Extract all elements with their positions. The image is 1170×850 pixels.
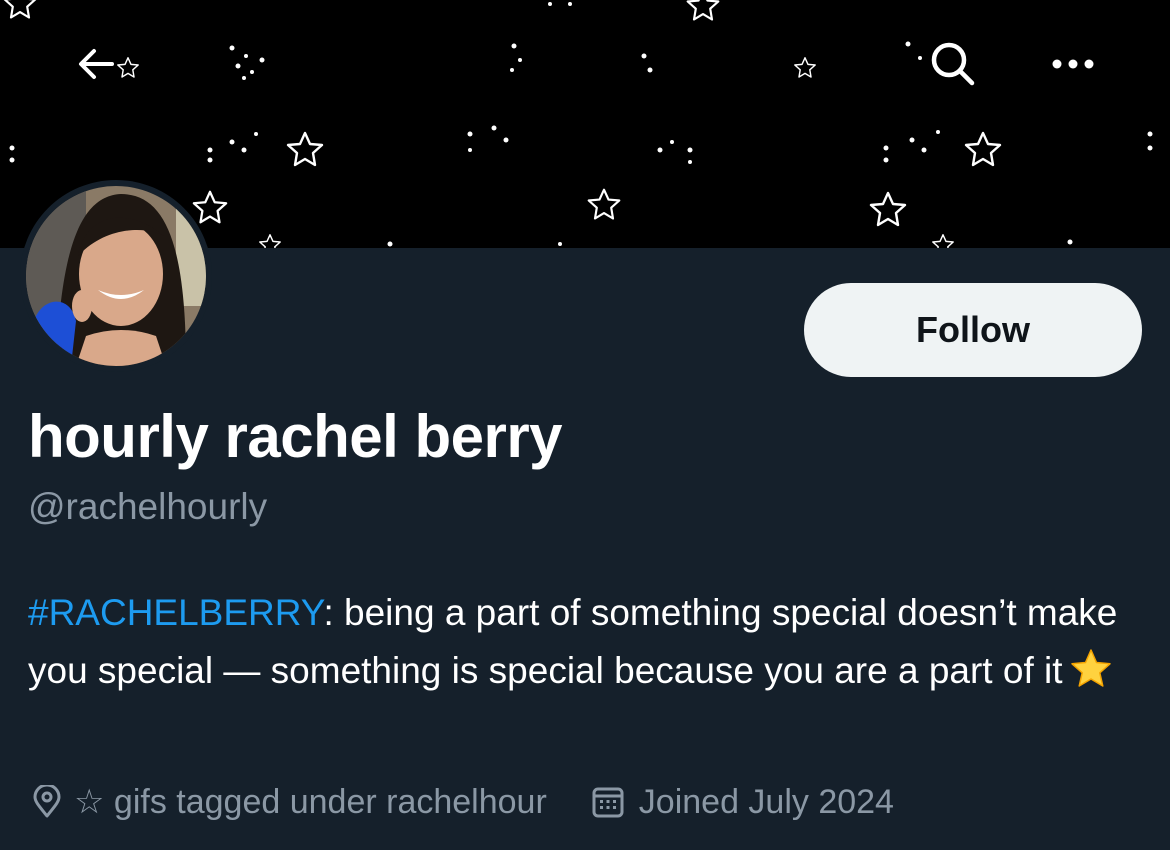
profile-meta: ☆ gifs tagged under rachelhour Joined Ju…	[30, 778, 894, 826]
avatar-photo	[26, 186, 206, 366]
star-emoji	[1069, 647, 1113, 708]
calendar-icon	[591, 785, 625, 819]
profile-bio: #RACHELBERRY: being a part of something …	[28, 584, 1148, 708]
search-button[interactable]	[917, 30, 989, 102]
avatar[interactable]	[26, 186, 206, 366]
hashtag-link[interactable]: #RACHELBERRY	[28, 592, 323, 633]
joined-date: Joined July 2024	[591, 783, 894, 822]
display-name: hourly rachel berry	[28, 403, 563, 470]
location-pin-icon	[30, 785, 64, 819]
arrow-left-icon	[74, 42, 118, 91]
location-text: ☆ gifs tagged under rachelhour	[74, 783, 547, 821]
ellipsis-icon	[1050, 57, 1096, 76]
more-options-button[interactable]	[1037, 30, 1109, 102]
back-button[interactable]	[60, 30, 132, 102]
search-icon	[928, 39, 978, 94]
follow-button[interactable]: Follow	[804, 283, 1142, 377]
user-handle: @rachelhourly	[28, 486, 268, 527]
joined-text: Joined July 2024	[638, 782, 894, 821]
